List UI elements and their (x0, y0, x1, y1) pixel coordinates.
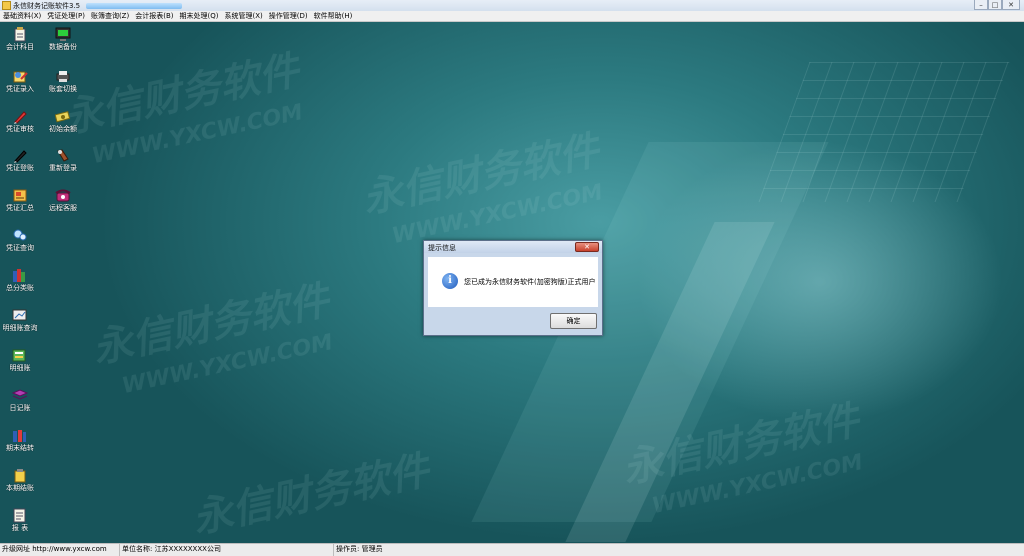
close-window-button[interactable]: ✕ (1002, 0, 1020, 10)
shortcut-detail-ledger[interactable]: 明细账 (2, 347, 38, 372)
journal-icon (12, 387, 28, 403)
status-operator: 操作员: 管理员 (336, 545, 383, 553)
status-bar: 升级网址 http://www.yxcw.com 单位名称: 江苏XXXXXXX… (0, 543, 1024, 556)
shortcut-voucher-summary[interactable]: 凭证汇总 (2, 187, 38, 212)
minimize-button[interactable]: – (974, 0, 988, 10)
menu-help[interactable]: 软件帮助(H) (311, 11, 356, 21)
title-highlight (86, 3, 182, 9)
phone-icon (55, 187, 71, 203)
window-title: 永信财务记账软件3.5 (13, 2, 81, 10)
voucher-entry-icon (12, 68, 28, 84)
ok-button[interactable]: 确定 (550, 313, 597, 329)
menu-voucher[interactable]: 凭证处理(P) (44, 11, 88, 21)
shortcut-accounts[interactable]: 会计科目 (2, 26, 38, 51)
dialog-title-bar[interactable]: 提示信息 ✕ (424, 241, 602, 253)
shortcut-remote-support[interactable]: 远程客服 (45, 187, 81, 212)
menu-bar: 基础资料(X) 凭证处理(P) 账簿查询(Z) 会计报表(B) 期末处理(Q) … (0, 11, 1024, 22)
menu-operation[interactable]: 操作管理(D) (266, 11, 311, 21)
report-icon (12, 507, 28, 523)
window-controls: – □ ✕ (974, 0, 1020, 10)
monitor-icon (55, 26, 71, 42)
printer-icon (55, 68, 71, 84)
bg-grid (758, 62, 1010, 202)
shortcut-voucher-query[interactable]: 凭证查询 (2, 227, 38, 252)
pen-black-icon (12, 147, 28, 163)
menu-system[interactable]: 系统管理(X) (221, 11, 265, 21)
shortcut-voucher-entry[interactable]: 凭证录入 (2, 68, 38, 93)
status-unit-name: 单位名称: 江苏XXXXXXXX公司 (120, 544, 334, 556)
shortcut-voucher-posting[interactable]: 凭证登账 (2, 147, 38, 172)
voucher-query-icon (12, 227, 28, 243)
shortcut-switch-account[interactable]: 账套切换 (45, 68, 81, 93)
detail-ledger-icon (12, 347, 28, 363)
info-icon: i (442, 273, 458, 289)
shortcut-data-backup[interactable]: 数据备份 (45, 26, 81, 51)
shortcut-relogin[interactable]: 重新登录 (45, 147, 81, 172)
shortcut-initial-balance[interactable]: 初始余额 (45, 108, 81, 133)
shortcut-period-carry[interactable]: 期末结转 (2, 427, 38, 452)
shortcut-general-ledger[interactable]: 总分类账 (2, 267, 38, 292)
voucher-summary-icon (12, 187, 28, 203)
clipboard-icon (12, 26, 28, 42)
shortcut-journal[interactable]: 日记账 (2, 387, 38, 412)
money-icon (55, 108, 71, 124)
period-carry-icon (12, 427, 28, 443)
status-upgrade-url: 升级网址 http://www.yxcw.com (0, 544, 120, 556)
dialog-close-button[interactable]: ✕ (575, 242, 599, 252)
close-period-icon (12, 467, 28, 483)
maximize-button[interactable]: □ (988, 0, 1002, 10)
watermark-text: 永信财务软件 (188, 447, 433, 543)
menu-period-end[interactable]: 期末处理(Q) (176, 11, 221, 21)
dialog-body: i 您已成为永信财务软件(加密狗版)正式用户 (428, 257, 598, 307)
shortcut-reports[interactable]: 报 表 (2, 507, 38, 532)
info-dialog: 提示信息 ✕ i 您已成为永信财务软件(加密狗版)正式用户 确定 (423, 240, 603, 336)
pen-red-icon (12, 108, 28, 124)
app-icon (2, 1, 11, 10)
books-icon (12, 267, 28, 283)
menu-reports[interactable]: 会计报表(B) (132, 11, 176, 21)
dialog-title: 提示信息 (428, 244, 456, 252)
shortcut-detail-query[interactable]: 明细账查询 (2, 307, 38, 332)
menu-ledger-query[interactable]: 账簿查询(Z) (88, 11, 132, 21)
dialog-message: 您已成为永信财务软件(加密狗版)正式用户 (464, 278, 596, 286)
detail-query-icon (12, 307, 28, 323)
shortcut-close-period[interactable]: 本期结账 (2, 467, 38, 492)
shortcut-voucher-review[interactable]: 凭证审核 (2, 108, 38, 133)
menu-basic-data[interactable]: 基础资料(X) (0, 11, 44, 21)
login-icon (55, 147, 71, 163)
